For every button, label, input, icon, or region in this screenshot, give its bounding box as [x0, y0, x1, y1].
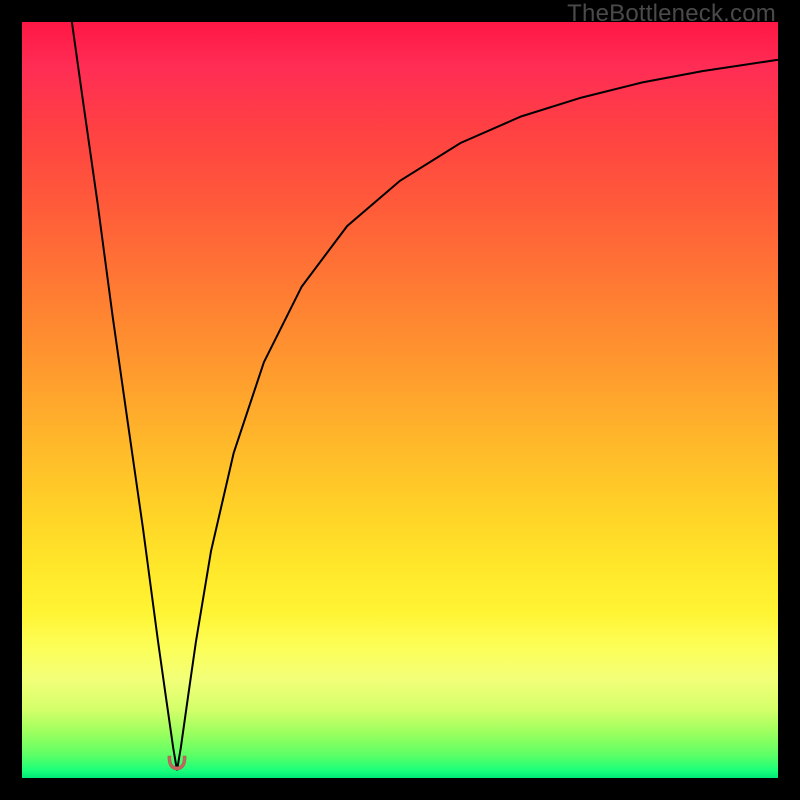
curve-svg: [22, 22, 778, 778]
bottleneck-curve-left: [72, 22, 177, 770]
chart-frame: TheBottleneck.com: [0, 0, 800, 800]
bottleneck-curve-right: [177, 60, 778, 771]
plot-area: [22, 22, 778, 778]
